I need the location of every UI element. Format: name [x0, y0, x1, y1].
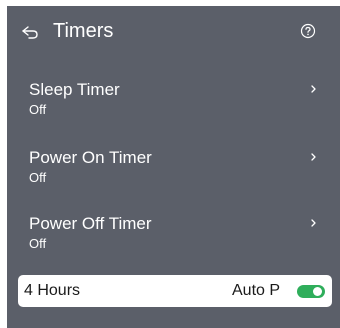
hours-label: 4 Hours: [24, 282, 81, 299]
sleep-timer-item[interactable]: Sleep Timer Off: [7, 72, 340, 128]
chevron-right-icon: [309, 216, 319, 230]
chevron-right-icon: [309, 150, 319, 164]
power-off-timer-label: Power Off Timer: [29, 214, 152, 233]
power-on-timer-value: Off: [29, 170, 47, 185]
auto-power-label: Auto P: [232, 282, 281, 299]
power-off-timer-item[interactable]: Power Off Timer Off: [7, 206, 340, 262]
auto-power-toggle[interactable]: [297, 285, 325, 298]
power-off-timer-value: Off: [29, 236, 47, 251]
back-arrow-icon[interactable]: [20, 22, 40, 42]
sleep-timer-value: Off: [29, 102, 47, 117]
timers-panel: Timers Sleep Timer Off Power On Timer Of…: [7, 6, 340, 328]
power-on-timer-item[interactable]: Power On Timer Off: [7, 140, 340, 196]
page-title: Timers: [53, 20, 114, 42]
toggle-knob: [313, 287, 322, 296]
sleep-timer-label: Sleep Timer: [29, 80, 120, 99]
header: Timers: [7, 6, 340, 56]
auto-power-bar: 4 Hours Auto P: [18, 275, 332, 307]
power-on-timer-label: Power On Timer: [29, 148, 152, 167]
help-icon[interactable]: [300, 23, 316, 39]
chevron-right-icon: [309, 82, 319, 96]
